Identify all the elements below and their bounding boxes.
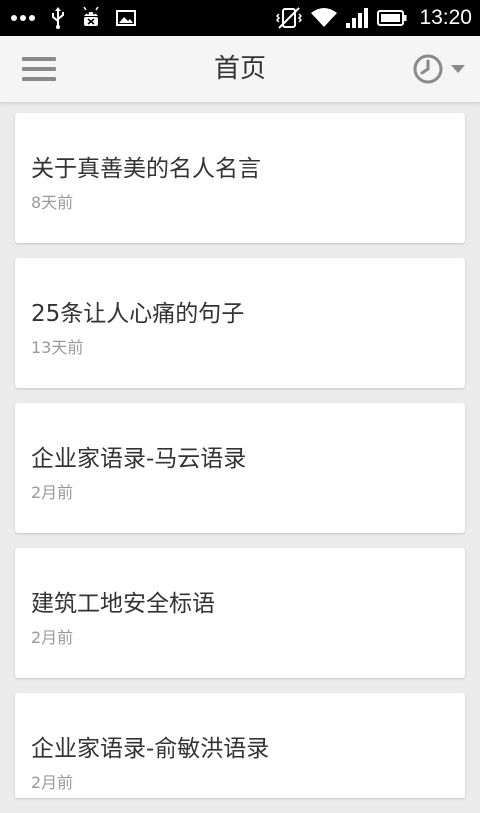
more-dots-icon bbox=[11, 15, 35, 21]
article-time: 2月前 bbox=[31, 483, 74, 502]
article-list: 关于真善美的名人名言 8天前 25条让人心痛的句子 13天前 企业家语录-马云语… bbox=[15, 113, 465, 813]
status-bar-system: 13:20 bbox=[275, 0, 472, 36]
vibrate-off-icon bbox=[276, 7, 303, 29]
wifi-icon bbox=[311, 8, 338, 27]
article-time: 13天前 bbox=[31, 338, 84, 357]
article-title: 企业家语录-马云语录 bbox=[31, 446, 247, 472]
article-time: 2月前 bbox=[31, 773, 74, 792]
status-time: 13:20 bbox=[419, 6, 472, 29]
battery-icon bbox=[377, 10, 407, 26]
article-time: 8天前 bbox=[31, 193, 74, 212]
article-card[interactable]: 关于真善美的名人名言 8天前 bbox=[15, 113, 465, 243]
article-card[interactable]: 企业家语录-马云语录 2月前 bbox=[15, 403, 465, 533]
article-title: 建筑工地安全标语 bbox=[31, 591, 215, 617]
status-bar: 13:20 bbox=[0, 0, 480, 36]
page-title: 首页 bbox=[213, 54, 266, 84]
clock-icon bbox=[413, 54, 443, 84]
article-time: 2月前 bbox=[31, 628, 74, 647]
article-title: 企业家语录-俞敏洪语录 bbox=[31, 736, 270, 762]
signal-icon bbox=[346, 8, 369, 28]
history-dropdown-button[interactable] bbox=[412, 53, 468, 85]
usb-icon bbox=[52, 7, 64, 29]
caret-down-icon bbox=[451, 65, 465, 73]
android-debug-icon bbox=[83, 7, 99, 26]
app-bar: 首页 bbox=[0, 36, 480, 103]
status-bar-notifications bbox=[10, 0, 136, 36]
image-icon bbox=[116, 10, 136, 26]
article-title: 25条让人心痛的句子 bbox=[31, 301, 245, 327]
article-card[interactable]: 建筑工地安全标语 2月前 bbox=[15, 548, 465, 678]
article-card[interactable]: 25条让人心痛的句子 13天前 bbox=[15, 258, 465, 388]
article-card[interactable]: 企业家语录-俞敏洪语录 2月前 bbox=[15, 693, 465, 798]
article-title: 关于真善美的名人名言 bbox=[31, 156, 261, 182]
